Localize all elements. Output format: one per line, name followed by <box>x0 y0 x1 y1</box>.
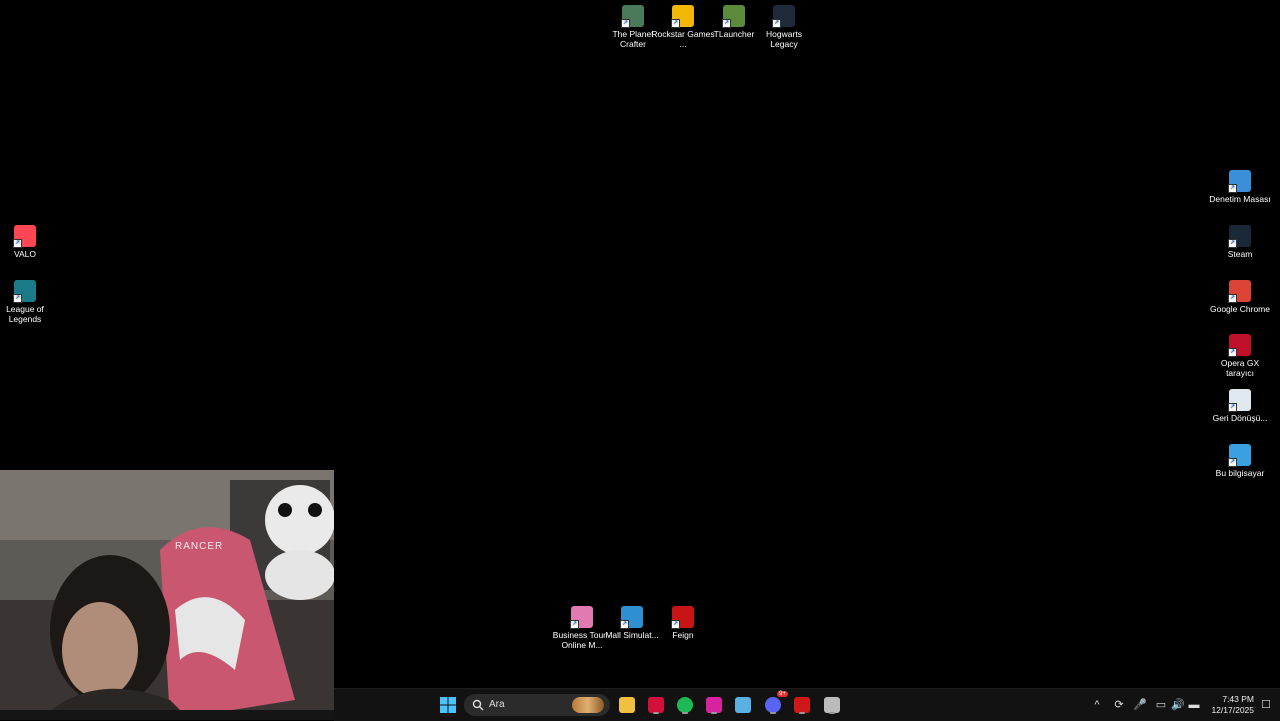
shortcut-arrow-icon: ↗ <box>13 239 22 248</box>
desktop-icon-steam[interactable]: ↗ Steam <box>1208 225 1272 259</box>
running-indicator <box>711 712 717 714</box>
search-highlight-icon <box>572 697 604 713</box>
notifications-icon[interactable]: ☐ <box>1259 698 1273 712</box>
desktop-icon-label: Opera GX tarayıcı <box>1220 358 1260 378</box>
search-icon <box>472 699 484 711</box>
shortcut-arrow-icon: ↗ <box>671 19 680 28</box>
computer-icon: ↗ <box>1228 444 1251 467</box>
volume-icon[interactable]: 🔊 <box>1171 698 1185 712</box>
desktop-icon-valorant[interactable]: ↗ VALO <box>0 225 57 259</box>
taskbar: Ara 9+ ^ ⟳ 🎤 ▭ 🔊 ▬ 7:43 PM 12/17/2025 ☐ <box>334 688 1280 721</box>
taskbar-search-box[interactable]: Ara <box>464 694 610 716</box>
desktop-icon-control-panel[interactable]: ↗ Denetim Masası <box>1208 170 1272 204</box>
desktop-icon-label: Geri Dönüşü... <box>1212 413 1268 423</box>
discord-icon <box>765 697 781 713</box>
running-indicator <box>829 712 835 714</box>
steam-icon: ↗ <box>1228 225 1251 248</box>
windows-logo-icon <box>440 697 456 713</box>
search-placeholder: Ara <box>489 699 505 710</box>
running-indicator <box>770 712 776 714</box>
network-icon[interactable]: ▭ <box>1154 698 1168 712</box>
desktop-icon-opera-gx[interactable]: ↗ Opera GX tarayıcı <box>1208 334 1272 378</box>
business-tour-icon: ↗ <box>570 606 593 629</box>
webcam-overlay: RANCER <box>0 470 334 720</box>
taskbar-app-settings[interactable] <box>821 694 843 716</box>
taskbar-clock[interactable]: 7:43 PM 12/17/2025 <box>1204 694 1254 716</box>
taskbar-app-opera-gx[interactable] <box>645 694 667 716</box>
feign-icon <box>794 697 810 713</box>
shortcut-arrow-icon: ↗ <box>1228 184 1237 193</box>
desktop-icon-label: Feign <box>672 630 694 640</box>
desktop-icon-league[interactable]: ↗ League of Legends <box>0 280 57 324</box>
rockstar-icon: ↗ <box>671 5 694 28</box>
opera-gx-icon <box>648 697 664 713</box>
file-explorer-icon <box>619 697 635 713</box>
clock-date: 12/17/2025 <box>1211 705 1254 715</box>
spotify-icon <box>677 697 693 713</box>
desktop-icon-label: Google Chrome <box>1209 304 1270 314</box>
mall-simulator-icon: ↗ <box>620 606 643 629</box>
desktop-icon-label: League of Legends <box>6 304 44 324</box>
recycle-bin-icon: ↗ <box>1228 389 1251 412</box>
taskbar-app-discord[interactable]: 9+ <box>762 691 788 716</box>
feign-icon: ↗ <box>671 606 694 629</box>
desktop-icon-hogwarts[interactable]: ↗ Hogwarts Legacy <box>752 5 816 49</box>
desktop-icon-label: VALO <box>13 249 37 259</box>
shortcut-arrow-icon: ↗ <box>570 620 579 629</box>
opera-gx-icon: ↗ <box>1228 334 1251 357</box>
running-indicator <box>682 712 688 714</box>
shortcut-arrow-icon: ↗ <box>772 19 781 28</box>
desktop-icon-label: Hogwarts Legacy <box>766 29 802 49</box>
shortcut-arrow-icon: ↗ <box>620 620 629 629</box>
league-icon: ↗ <box>13 280 36 303</box>
clock-time: 7:43 PM <box>1222 694 1254 704</box>
shortcut-arrow-icon: ↗ <box>1228 239 1237 248</box>
webcam-image <box>0 470 334 720</box>
desktop-icon-label: Steam <box>1227 249 1253 259</box>
microphone-icon[interactable]: 🎤 <box>1133 698 1147 712</box>
hogwarts-icon: ↗ <box>772 5 795 28</box>
show-hidden-icons-chevron-icon[interactable]: ^ <box>1090 698 1104 712</box>
taskbar-app-instagram[interactable] <box>703 694 725 716</box>
battery-icon[interactable]: ▬ <box>1187 698 1201 712</box>
instagram-icon <box>706 697 722 713</box>
planet-icon: ↗ <box>621 5 644 28</box>
settings-icon <box>824 697 840 713</box>
desktop-icon-feign[interactable]: ↗ Feign <box>651 606 715 640</box>
snipping-tool-icon <box>735 697 751 713</box>
running-indicator <box>653 712 659 714</box>
chrome-icon: ↗ <box>1228 280 1251 303</box>
taskbar-app-feign[interactable] <box>791 694 813 716</box>
running-indicator <box>799 712 805 714</box>
desktop-icon-recycle-bin[interactable]: ↗ Geri Dönüşü... <box>1208 389 1272 423</box>
minecraft-block-icon: ↗ <box>722 5 745 28</box>
desktop-icon-chrome[interactable]: ↗ Google Chrome <box>1208 280 1272 314</box>
shortcut-arrow-icon: ↗ <box>1228 294 1237 303</box>
chair-brand-text: RANCER <box>175 541 224 552</box>
desktop-icon-label: Bu bilgisayar <box>1215 468 1265 478</box>
sync-icon[interactable]: ⟳ <box>1112 698 1126 712</box>
valorant-icon: ↗ <box>13 225 36 248</box>
desktop-icon-computer[interactable]: ↗ Bu bilgisayar <box>1208 444 1272 478</box>
taskbar-app-spotify[interactable] <box>674 694 696 716</box>
shortcut-arrow-icon: ↗ <box>1228 403 1237 412</box>
start-button[interactable] <box>437 694 459 716</box>
discord-notification-badge: 9+ <box>777 691 788 697</box>
shortcut-arrow-icon: ↗ <box>621 19 630 28</box>
desktop-icon-label: Denetim Masası <box>1209 194 1271 204</box>
control-panel-icon: ↗ <box>1228 170 1251 193</box>
shortcut-arrow-icon: ↗ <box>1228 458 1237 467</box>
shortcut-arrow-icon: ↗ <box>722 19 731 28</box>
shortcut-arrow-icon: ↗ <box>13 294 22 303</box>
shortcut-arrow-icon: ↗ <box>671 620 680 629</box>
taskbar-app-file-explorer[interactable] <box>616 694 638 716</box>
taskbar-app-snipping-tool[interactable] <box>732 694 754 716</box>
shortcut-arrow-icon: ↗ <box>1228 348 1237 357</box>
